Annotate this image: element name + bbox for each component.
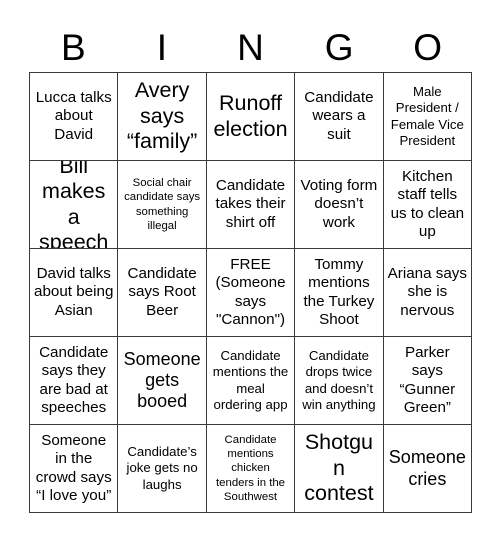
bingo-cell-label: Candidate says Root Beer xyxy=(127,264,197,319)
bingo-cell-label: Candidate’s joke gets no laughs xyxy=(126,444,198,492)
bingo-cell-label: Candidate takes their shirt off xyxy=(215,176,286,231)
header-letter-b: B xyxy=(60,26,86,68)
bingo-cell-label: FREE (Someone says "Cannon") xyxy=(215,255,286,328)
bingo-cell-label: Someone gets booed xyxy=(123,348,201,412)
bingo-cell[interactable]: Someone in the crowd says “I love you” xyxy=(30,425,119,513)
bingo-row: Bill makes a speech Social chair candida… xyxy=(30,161,473,249)
bingo-cell-label: Candidate mentions the meal ordering app xyxy=(212,348,289,412)
bingo-cell-label: Tommy mentions the Turkey Shoot xyxy=(303,255,375,328)
bingo-cell[interactable]: Bill makes a speech xyxy=(30,161,119,249)
bingo-cell[interactable]: Candidate mentions the meal ordering app xyxy=(206,337,296,425)
header-letter-n: N xyxy=(237,26,264,68)
bingo-cell-label: Bill makes a speech xyxy=(39,161,109,249)
header-letter-o: O xyxy=(413,26,443,68)
header-letter-g: G xyxy=(324,26,354,68)
bingo-cell-label: Ariana says she is nervous xyxy=(387,264,467,319)
bingo-cell[interactable]: Shotgun contest xyxy=(295,425,384,513)
header-letter-i: I xyxy=(156,26,168,68)
bingo-cell[interactable]: Male President / Female Vice President xyxy=(383,73,473,161)
bingo-cell[interactable]: Social chair candidate says something il… xyxy=(118,161,207,249)
bingo-cell-free[interactable]: FREE (Someone says "Cannon") xyxy=(206,249,296,337)
bingo-grid: Lucca talks about David Avery says “fami… xyxy=(29,72,473,513)
bingo-cell[interactable]: Candidate says Root Beer xyxy=(118,249,207,337)
bingo-cell[interactable]: Candidate drops twice and doesn’t win an… xyxy=(295,337,384,425)
bingo-cell[interactable]: Voting form doesn’t work xyxy=(295,161,384,249)
bingo-cell-label: Social chair candidate says something il… xyxy=(124,177,201,232)
bingo-cell[interactable]: Ariana says she is nervous xyxy=(383,249,473,337)
bingo-cell-label: Candidate drops twice and doesn’t win an… xyxy=(302,348,376,412)
bingo-cell[interactable]: Candidate says they are bad at speeches xyxy=(30,337,119,425)
bingo-cell[interactable]: Someone gets booed xyxy=(118,337,207,425)
bingo-card: B I N G O Lucca talks about David Avery … xyxy=(0,0,500,544)
bingo-row: David talks about being Asian Candidate … xyxy=(30,249,473,337)
bingo-cell[interactable]: Candidate’s joke gets no laughs xyxy=(118,425,207,513)
bingo-cell[interactable]: Lucca talks about David xyxy=(30,73,119,161)
bingo-cell[interactable]: Avery says “family” xyxy=(118,73,207,161)
bingo-cell-label: Someone cries xyxy=(388,447,466,489)
bingo-cell-label: Kitchen staff tells us to clean up xyxy=(390,167,465,240)
bingo-cell-label: Avery says “family” xyxy=(126,78,198,154)
bingo-cell[interactable]: Candidate takes their shirt off xyxy=(206,161,296,249)
bingo-header: B I N G O xyxy=(29,22,472,72)
bingo-cell-label: Voting form doesn’t work xyxy=(300,176,378,231)
bingo-row: Someone in the crowd says “I love you” C… xyxy=(30,425,473,513)
bingo-cell[interactable]: David talks about being Asian xyxy=(30,249,119,337)
bingo-cell[interactable]: Candidate wears a suit xyxy=(295,73,384,161)
bingo-cell[interactable]: Parker says “Gunner Green” xyxy=(383,337,473,425)
bingo-row: Candidate says they are bad at speeches … xyxy=(30,337,473,425)
bingo-cell-label: Someone in the crowd says “I love you” xyxy=(35,431,112,504)
bingo-cell[interactable]: Someone cries xyxy=(383,425,473,513)
bingo-cell[interactable]: Runoff election xyxy=(206,73,296,161)
bingo-cell-label: Lucca talks about David xyxy=(35,88,112,143)
bingo-cell-label: Runoff election xyxy=(213,91,288,141)
bingo-cell[interactable]: Tommy mentions the Turkey Shoot xyxy=(295,249,384,337)
bingo-cell-label: Male President / Female Vice President xyxy=(390,84,464,148)
bingo-cell-label: Candidate wears a suit xyxy=(304,88,374,143)
bingo-row: Lucca talks about David Avery says “fami… xyxy=(30,73,473,161)
bingo-cell-label: Shotgun contest xyxy=(304,430,374,506)
bingo-cell[interactable]: Candidate mentions chicken tenders in th… xyxy=(206,425,296,513)
bingo-cell-label: Candidate says they are bad at speeches xyxy=(39,343,109,416)
bingo-cell-label: Parker says “Gunner Green” xyxy=(399,343,456,416)
bingo-cell[interactable]: Kitchen staff tells us to clean up xyxy=(383,161,473,249)
bingo-cell-label: Candidate mentions chicken tenders in th… xyxy=(216,433,286,503)
bingo-cell-label: David talks about being Asian xyxy=(34,264,114,319)
